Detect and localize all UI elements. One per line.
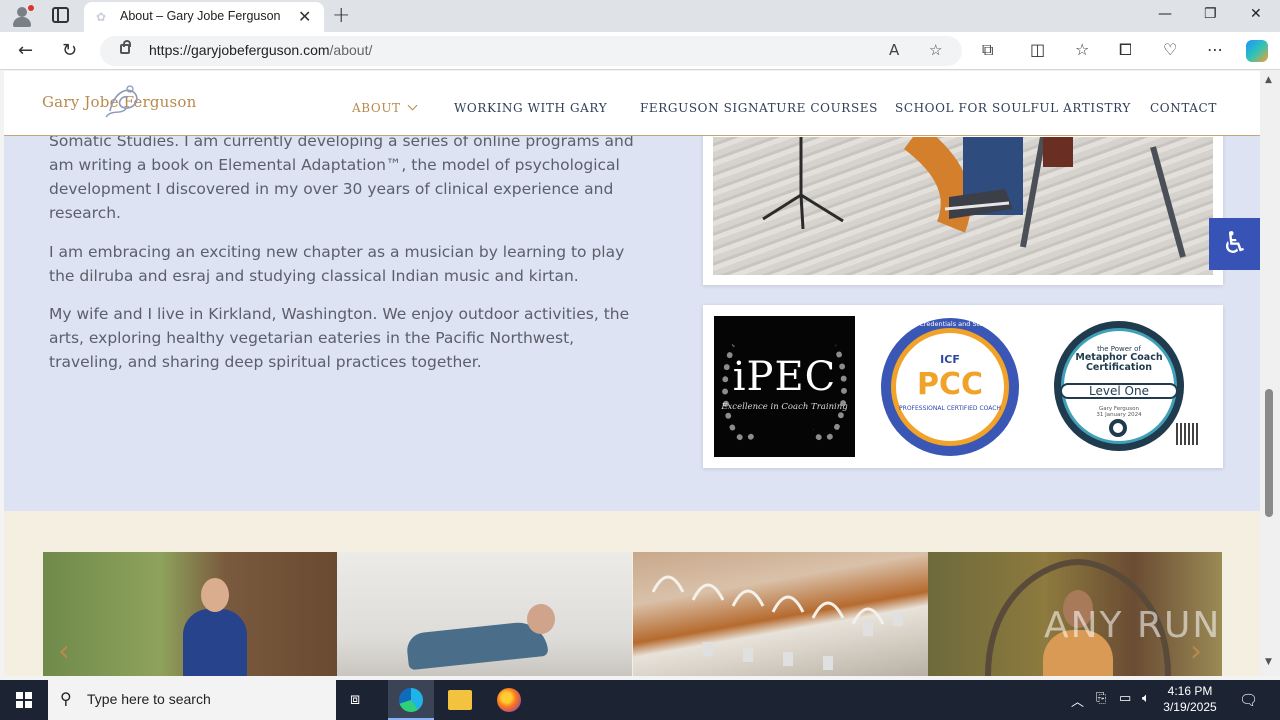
- firefox-icon[interactable]: [497, 688, 521, 712]
- ipec-badge: iPEC Excellence in Coach Training: [714, 316, 855, 457]
- favorites-icon[interactable]: ☆: [1075, 40, 1089, 59]
- page-viewport: Gary Jobe Ferguson ABOUT WORKING WITH GA…: [4, 71, 1260, 676]
- windows-taskbar: ⚲ Type here to search ⧈ ︿ ⎘ ▭ 🔈︎ 4:16 PM…: [0, 680, 1280, 720]
- minimize-icon[interactable]: —: [1158, 6, 1172, 22]
- read-aloud-icon[interactable]: A: [889, 41, 899, 59]
- gallery-photo-yoga[interactable]: [337, 552, 632, 676]
- close-window-icon[interactable]: ✕: [1250, 6, 1262, 22]
- gallery-photo-forest[interactable]: [43, 552, 337, 676]
- split-screen-icon[interactable]: ◫: [1030, 40, 1045, 59]
- url-text[interactable]: https://garyjobeferguson.com/about/: [149, 42, 372, 58]
- notifications-icon[interactable]: 🗨︎: [1239, 691, 1258, 709]
- close-tab-icon[interactable]: ✕: [298, 7, 311, 26]
- lock-icon[interactable]: [120, 40, 131, 54]
- gallery-prev-arrow-icon[interactable]: ‹: [58, 634, 70, 669]
- edge-browser-icon[interactable]: [399, 688, 423, 712]
- page-scrollbar[interactable]: ▲ ▼: [1260, 71, 1280, 676]
- file-explorer-icon[interactable]: [448, 690, 472, 710]
- extensions-icon[interactable]: ⧉: [982, 40, 993, 60]
- gallery-photo-instrument[interactable]: [633, 552, 928, 676]
- nav-working-with-gary[interactable]: WORKING WITH GARY: [454, 101, 607, 115]
- nav-ferguson-signature-courses[interactable]: FERGUSON SIGNATURE COURSES: [640, 101, 878, 115]
- nav-contact[interactable]: CONTACT: [1150, 101, 1217, 115]
- browser-tab-bar: ✿ About – Gary Jobe Ferguson ✕ + — ❐ ✕: [0, 0, 1280, 32]
- tray-expand-icon[interactable]: ︿: [1071, 691, 1084, 710]
- volume-icon[interactable]: 🔈︎: [1142, 691, 1150, 706]
- network-icon[interactable]: ▭: [1119, 691, 1131, 706]
- musician-photo: [713, 125, 1213, 275]
- seal-icon: [1109, 419, 1127, 437]
- search-icon: ⚲: [60, 689, 72, 708]
- browser-tab[interactable]: ✿ About – Gary Jobe Ferguson ✕: [84, 2, 324, 32]
- address-bar[interactable]: https://garyjobeferguson.com/about/ A ☆: [100, 36, 962, 66]
- restore-icon[interactable]: ❐: [1204, 6, 1217, 22]
- new-tab-icon[interactable]: +: [332, 3, 350, 28]
- tab-title: About – Gary Jobe Ferguson: [120, 9, 281, 23]
- favicon-icon: ✿: [96, 10, 107, 24]
- about-paragraph-3: My wife and I live in Kirkland, Washingt…: [49, 305, 630, 371]
- logo-figure-icon: [105, 85, 138, 118]
- tray-device-icon[interactable]: ⎘: [1096, 691, 1106, 706]
- metaphor-coach-badge: the Power of Metaphor Coach Certificatio…: [1054, 321, 1184, 451]
- qr-code-icon: [1176, 423, 1198, 445]
- anyrun-watermark: ANY RUN: [1044, 605, 1222, 646]
- collections-icon[interactable]: ⧠: [1119, 40, 1132, 60]
- taskbar-clock[interactable]: 4:16 PM 3/19/2025: [1160, 683, 1220, 715]
- site-header: Gary Jobe Ferguson ABOUT WORKING WITH GA…: [4, 71, 1260, 136]
- taskbar-search[interactable]: ⚲ Type here to search: [48, 680, 336, 720]
- back-icon[interactable]: ←: [18, 40, 33, 61]
- nav-about[interactable]: ABOUT: [352, 100, 418, 115]
- refresh-icon[interactable]: ↻: [62, 40, 77, 61]
- scrollbar-thumb[interactable]: [1265, 389, 1273, 517]
- tab-actions-icon[interactable]: [52, 7, 69, 23]
- scroll-down-icon[interactable]: ▼: [1265, 657, 1272, 667]
- about-paragraph-2: I am embracing an exciting new chapter a…: [49, 243, 625, 285]
- task-view-icon[interactable]: ⧈: [350, 689, 360, 709]
- nav-school-for-soulful-artistry[interactable]: SCHOOL FOR SOULFUL ARTISTRY: [895, 101, 1131, 115]
- windows-start-icon[interactable]: [16, 692, 32, 708]
- chevron-down-icon: [407, 100, 418, 111]
- copilot-icon[interactable]: [1246, 40, 1268, 62]
- scroll-up-icon[interactable]: ▲: [1265, 75, 1272, 85]
- icf-pcc-badge: ICF Credentials and Standards ICF PCC PR…: [881, 318, 1019, 456]
- browser-essentials-icon[interactable]: ♡: [1163, 40, 1177, 59]
- accessibility-icon[interactable]: ♿: [1209, 218, 1260, 270]
- more-options-icon[interactable]: ⋯: [1207, 40, 1223, 59]
- favorite-star-icon[interactable]: ☆: [929, 41, 942, 59]
- profile-icon[interactable]: [10, 5, 34, 27]
- about-paragraph-1: Somatic Studies. I am currently developi…: [49, 132, 634, 222]
